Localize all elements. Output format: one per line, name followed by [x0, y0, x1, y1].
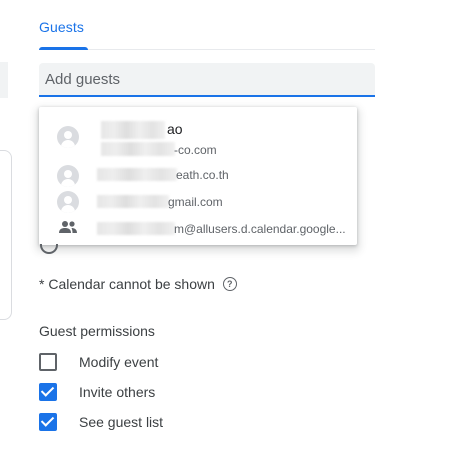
calendar-note-text: * Calendar cannot be shown [39, 276, 215, 292]
suggestion-name: ao [167, 121, 183, 137]
permission-label: Invite others [79, 384, 156, 400]
redacted-email [97, 222, 175, 235]
invite-others-checkbox[interactable] [39, 383, 57, 401]
add-guests-input[interactable] [45, 63, 365, 95]
suggestion-email: gmail.com [168, 195, 223, 209]
permission-see-guest-list[interactable]: See guest list [39, 413, 239, 433]
person-avatar-icon [57, 165, 79, 187]
left-panel-fragment [0, 62, 8, 98]
permission-label: Modify event [79, 354, 159, 370]
permission-modify-event[interactable]: Modify event [39, 353, 239, 373]
group-icon [59, 221, 77, 233]
left-panel-card-fragment [0, 150, 12, 320]
partially-hidden-control [40, 244, 58, 254]
permission-invite-others[interactable]: Invite others [39, 383, 239, 403]
redacted-name [101, 121, 165, 139]
suggestion-item[interactable]: eath.co.th [39, 163, 357, 187]
suggestion-item[interactable]: gmail.com [39, 190, 357, 214]
suggestion-item[interactable]: ao -co.com [39, 115, 357, 157]
tab-guests-label: Guests [39, 19, 84, 35]
modify-event-checkbox[interactable] [39, 353, 57, 371]
see-guest-list-checkbox[interactable] [39, 413, 57, 431]
suggestion-email: eath.co.th [176, 168, 229, 182]
permission-label: See guest list [79, 414, 164, 430]
redacted-email [97, 195, 169, 208]
tab-divider [39, 49, 375, 50]
add-guests-field[interactable] [39, 63, 375, 97]
person-avatar-icon [57, 191, 79, 213]
person-avatar-icon [57, 126, 79, 148]
suggestion-item[interactable]: m@allusers.d.calendar.google... [39, 217, 357, 241]
guest-permissions-heading: Guest permissions [39, 323, 155, 339]
suggestion-email: m@allusers.d.calendar.google... [174, 222, 346, 236]
redacted-email [97, 168, 177, 181]
calendar-note: * Calendar cannot be shown ? [39, 276, 237, 292]
suggestion-email: -co.com [174, 143, 217, 157]
help-icon[interactable]: ? [222, 277, 237, 292]
tab-active-indicator [39, 47, 88, 50]
redacted-email [101, 142, 175, 156]
guest-suggestions-dropdown: ao -co.com eath.co.th gmail.com m@alluse… [39, 107, 357, 245]
tab-guests[interactable]: Guests [39, 19, 84, 37]
